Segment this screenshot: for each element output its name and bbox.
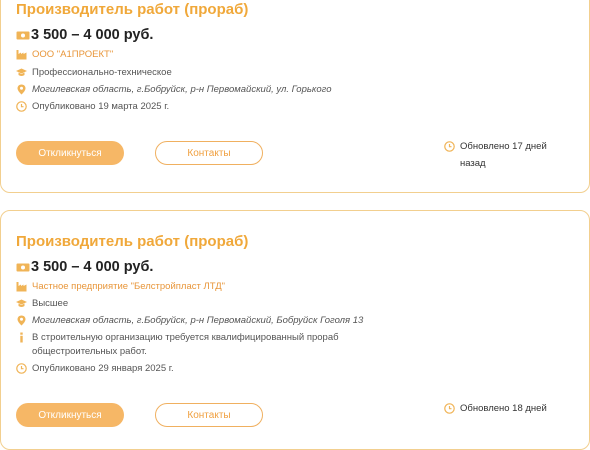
published-row: Опубликовано 29 января 2025 г. <box>16 363 174 375</box>
description-row: В строительную организацию требуется ква… <box>16 332 372 359</box>
salary-text: 3 500 – 4 000 руб. <box>31 259 154 275</box>
vacancy-card: Производитель работ (прораб) 3 500 – 4 0… <box>0 0 590 193</box>
money-icon <box>16 30 30 41</box>
salary-text: 3 500 – 4 000 руб. <box>31 27 154 43</box>
education-row: Высшее <box>16 298 68 310</box>
salary: 3 500 – 4 000 руб. <box>16 259 153 275</box>
updated-text: Обновлено 17 дней назад <box>460 141 547 169</box>
clock-icon <box>16 101 27 112</box>
respond-button[interactable]: Откликнуться <box>16 141 124 165</box>
location-text: Могилевская область, г.Бобруйск, р-н Пер… <box>32 84 332 95</box>
published-row: Опубликовано 19 марта 2025 г. <box>16 101 169 113</box>
graduation-cap-icon <box>16 298 27 309</box>
company-link[interactable]: Частное предприятие "Белстройпласт ЛТД" <box>32 281 225 293</box>
clock-icon <box>16 363 27 374</box>
education-text: Высшее <box>32 298 69 309</box>
respond-button[interactable]: Откликнуться <box>16 403 124 427</box>
info-icon <box>16 332 27 343</box>
vacancy-card: Производитель работ (прораб) 3 500 – 4 0… <box>0 210 590 450</box>
map-pin-icon <box>16 84 27 95</box>
location-row: Могилевская область, г.Бобруйск, р-н Пер… <box>16 84 332 96</box>
clock-icon <box>444 403 455 414</box>
location-text: Могилевская область, г.Бобруйск, р-н Пер… <box>32 315 364 326</box>
location-row: Могилевская область, г.Бобруйск, р-н Пер… <box>16 315 363 327</box>
vacancy-title[interactable]: Производитель работ (прораб) <box>16 233 248 250</box>
company-row: ООО "А1ПРОЕКТ" <box>16 49 113 61</box>
clock-icon <box>444 141 455 152</box>
education-row: Профессионально-техническое <box>16 67 172 79</box>
published-date: Опубликовано 19 марта 2025 г. <box>32 101 170 112</box>
map-pin-icon <box>16 315 27 326</box>
education-text: Профессионально-техническое <box>32 67 172 78</box>
vacancy-title[interactable]: Производитель работ (прораб) <box>16 1 248 18</box>
company-link[interactable]: ООО "А1ПРОЕКТ" <box>32 49 113 61</box>
updated-info: Обновлено 18 дней <box>444 400 570 417</box>
graduation-cap-icon <box>16 67 27 78</box>
money-icon <box>16 262 30 273</box>
description-text: В строительную организацию требуется ква… <box>32 332 339 357</box>
contacts-button[interactable]: Контакты <box>155 403 263 427</box>
factory-icon <box>16 281 27 292</box>
company-row: Частное предприятие "Белстройпласт ЛТД" <box>16 281 225 293</box>
updated-text: Обновлено 18 дней <box>460 403 547 414</box>
published-date: Опубликовано 29 января 2025 г. <box>32 363 174 374</box>
factory-icon <box>16 49 27 60</box>
updated-info: Обновлено 17 дней назад <box>444 138 570 172</box>
contacts-button[interactable]: Контакты <box>155 141 263 165</box>
salary: 3 500 – 4 000 руб. <box>16 27 153 43</box>
